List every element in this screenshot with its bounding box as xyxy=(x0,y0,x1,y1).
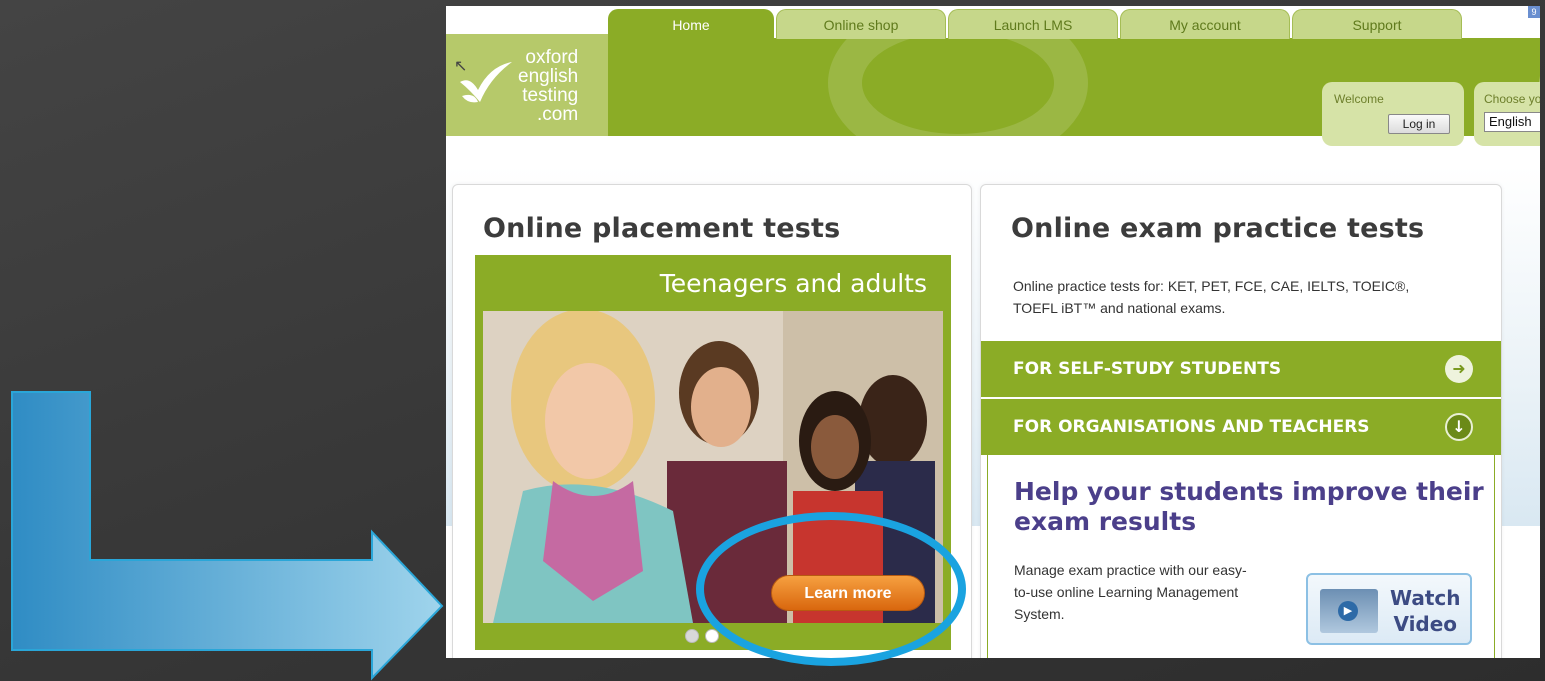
carousel-dots xyxy=(685,629,719,643)
help-heading: Help your students improve their exam re… xyxy=(1014,477,1484,536)
logo-wordmark: oxford english testing .com xyxy=(518,48,578,124)
ie-badge-icon: 9 xyxy=(1528,6,1540,18)
accordion-self-study[interactable]: FOR SELF-STUDY STUDENTS ➜ xyxy=(981,341,1501,397)
tab-online-shop[interactable]: Online shop xyxy=(776,9,946,39)
watch-video-button[interactable]: ▶ Watch Video xyxy=(1306,573,1472,645)
logo-line-4: .com xyxy=(537,104,579,125)
language-selected: English xyxy=(1489,114,1532,129)
exam-practice-panel: Online exam practice tests Online practi… xyxy=(980,184,1502,658)
video-line-2: Video xyxy=(1393,612,1458,636)
carousel-dot[interactable] xyxy=(685,629,699,643)
login-button[interactable]: Log in xyxy=(1388,114,1450,134)
promo-caption: Teenagers and adults xyxy=(659,269,927,298)
exam-practice-title: Online exam practice tests xyxy=(1011,213,1425,244)
play-icon: ▶ xyxy=(1338,601,1358,621)
tab-my-account[interactable]: My account xyxy=(1120,9,1290,39)
header-band: Welcome Log in Choose your language Engl… xyxy=(608,6,1540,168)
video-line-1: Watch xyxy=(1390,586,1461,610)
website-screenshot: 9 oxford english testing .com Welcome Lo… xyxy=(446,6,1540,658)
accordion-self-study-label: FOR SELF-STUDY STUDENTS xyxy=(1013,359,1282,379)
carousel-dot-active[interactable] xyxy=(705,629,719,643)
welcome-label: Welcome xyxy=(1334,92,1384,106)
logo-line-2: english xyxy=(518,66,579,87)
watch-video-label: Watch Video xyxy=(1390,585,1461,637)
logo-line-3: testing xyxy=(522,85,579,106)
placement-tests-title: Online placement tests xyxy=(483,213,841,244)
arrow-down-icon[interactable]: ↓ xyxy=(1445,413,1473,441)
tab-support[interactable]: Support xyxy=(1292,9,1462,39)
video-thumbnail: ▶ xyxy=(1320,589,1378,633)
language-select[interactable]: English ⌄ xyxy=(1484,112,1540,132)
exam-practice-intro: Online practice tests for: KET, PET, FCE… xyxy=(1013,275,1483,319)
site-logo[interactable]: oxford english testing .com xyxy=(446,34,608,136)
intro-line-1: Online practice tests for: KET, PET, FCE… xyxy=(1013,278,1410,294)
tab-home[interactable]: Home xyxy=(608,9,774,39)
help-text: Manage exam practice with our easy-to-us… xyxy=(1014,562,1247,622)
accordion-organisations[interactable]: FOR ORGANISATIONS AND TEACHERS ↓ xyxy=(981,399,1501,455)
logo-line-1: oxford xyxy=(525,47,579,68)
tab-launch-lms[interactable]: Launch LMS xyxy=(948,9,1118,39)
main-nav: Home Online shop Launch LMS My account S… xyxy=(608,9,1464,39)
arrow-right-icon[interactable]: ➜ xyxy=(1445,355,1473,383)
intro-line-2: TOEFL iBT™ and national exams. xyxy=(1013,300,1226,316)
accordion-organisations-content: Help your students improve their exam re… xyxy=(987,455,1495,658)
accordion-organisations-label: FOR ORGANISATIONS AND TEACHERS xyxy=(1013,417,1370,437)
language-label: Choose your language xyxy=(1484,92,1540,106)
language-box: Choose your language English ⌄ Go xyxy=(1474,82,1540,146)
welcome-box: Welcome Log in xyxy=(1322,82,1464,146)
mouse-cursor-icon: ↖ xyxy=(454,58,468,75)
highlight-ellipse xyxy=(696,512,966,666)
